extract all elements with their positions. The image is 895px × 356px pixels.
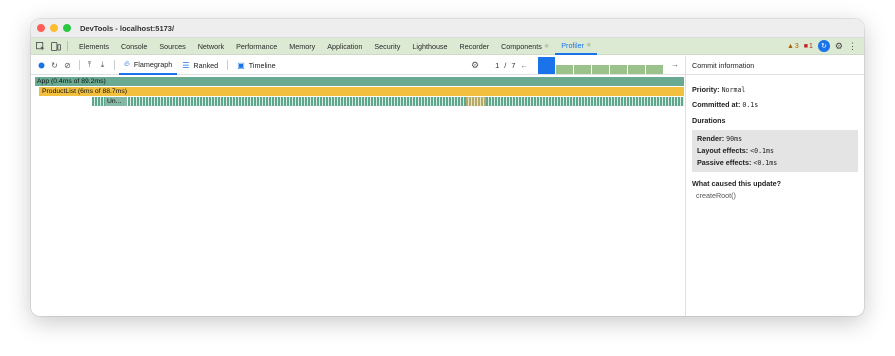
cause-value[interactable]: createRoot() [692, 191, 858, 200]
next-commit-icon[interactable]: → [671, 60, 679, 69]
commit-index: 1 [495, 61, 500, 70]
tab-memory[interactable]: Memory [283, 38, 321, 55]
window-title: DevTools - localhost:5173/ [80, 23, 175, 33]
tab-flamegraph[interactable]: 🔥︎ Flamegraph [119, 56, 178, 75]
warning-icon: ▲ [786, 42, 794, 50]
priority-label: Priority [692, 85, 718, 94]
tab-performance[interactable]: Performance [230, 38, 283, 55]
layout-label: Layout effects [697, 146, 746, 155]
devtools-tab-bar: Elements Console Sources Network Perform… [31, 38, 864, 55]
errors-badge[interactable]: ■ 1 [804, 43, 813, 50]
warnings-badge[interactable]: ▲ 3 [787, 43, 799, 50]
ranked-label: Ranked [193, 60, 219, 70]
passive-effects-row: Passive effects: <0.1ms [697, 158, 778, 167]
tab-console[interactable]: Console [115, 38, 153, 55]
flamegraph-chart: App (0.4ms of 89.2ms) ProductList (6ms o… [31, 76, 685, 316]
commit-bar[interactable] [646, 65, 663, 74]
devtools-window: DevTools - localhost:5173/ Elements Cons… [31, 19, 864, 316]
toolbar-divider [79, 60, 80, 70]
flamegraph-label: Flamegraph [133, 59, 173, 69]
commit-bar[interactable] [538, 57, 555, 74]
errors-count: 1 [809, 42, 813, 50]
load-profile-icon[interactable]: ⤒ [84, 60, 95, 71]
flame-node-children-left[interactable] [92, 97, 105, 106]
settings-gear-icon[interactable]: ⚙ [835, 41, 843, 52]
flame-node-productlist[interactable]: ProductList (6ms of 88.7ms) [39, 87, 684, 96]
previous-commit-icon[interactable]: ← [521, 61, 529, 70]
tab-lighthouse[interactable]: Lighthouse [406, 38, 453, 55]
ranked-icon: ☰ [182, 60, 190, 70]
commit-bar[interactable] [628, 65, 645, 74]
error-icon: ■ [803, 42, 809, 50]
flame-node-app[interactable]: App (0.4ms of 89.2ms) [35, 77, 684, 86]
tab-components-label: Components [501, 41, 542, 51]
committed-value: 0.1s [742, 101, 759, 109]
tab-ranked[interactable]: ☰ Ranked [177, 56, 223, 75]
profiler-toolbar: ↻ ⊘ ⤒ ⤓ 🔥︎ Flamegraph ☰ Ranked ▣ Timelin… [31, 56, 685, 75]
close-window-button[interactable] [37, 24, 45, 32]
react-dot-icon: ⚛ [586, 42, 592, 49]
tab-components[interactable]: Components ⚛ [495, 38, 555, 55]
commit-selector[interactable] [538, 57, 663, 74]
commit-bar[interactable] [610, 65, 627, 74]
tab-profiler[interactable]: Profiler ⚛ [555, 38, 598, 55]
tab-sources[interactable]: Sources [153, 38, 191, 55]
flame-node-children-highlight[interactable] [466, 97, 486, 106]
passive-label: Passive effects [697, 158, 749, 167]
minimize-window-button[interactable] [50, 24, 58, 32]
committed-at-row: Committed at: 0.1s [692, 100, 759, 109]
passive-value: <0.1ms [753, 159, 778, 167]
priority-row: Priority: Normal [692, 85, 746, 94]
render-value: 90ms [726, 135, 743, 143]
commit-bar[interactable] [556, 65, 573, 74]
title-bar: DevTools - localhost:5173/ [31, 19, 864, 38]
tab-security[interactable]: Security [368, 38, 406, 55]
flame-node-children-right[interactable] [486, 97, 684, 106]
warnings-count: 3 [794, 42, 799, 50]
save-profile-icon[interactable]: ⤓ [97, 60, 108, 71]
tab-divider [67, 41, 68, 51]
tab-profiler-label: Profiler [561, 40, 585, 50]
maximize-window-button[interactable] [63, 24, 71, 32]
tab-timeline[interactable]: ▣ Timeline [232, 56, 280, 75]
more-options-icon[interactable]: ⋮ [848, 41, 857, 52]
commit-info-header: Commit information [686, 56, 864, 75]
layout-value: <0.1ms [750, 147, 774, 155]
react-dot-icon: ⚛ [543, 43, 550, 50]
toolbar-divider [114, 60, 115, 70]
tab-recorder[interactable]: Recorder [454, 38, 496, 55]
render-row: Render: 90ms [697, 134, 743, 143]
commit-total: 7 [511, 61, 516, 70]
filter-settings-icon[interactable]: ⚙ [471, 60, 479, 71]
commit-bar[interactable] [574, 65, 591, 74]
layout-effects-row: Layout effects: <0.1ms [697, 146, 774, 155]
tab-bar-status: ▲ 3 ■ 1 ↻ ⚙ ⋮ [787, 40, 864, 52]
commit-info-panel: Commit information Priority: Normal Comm… [685, 56, 864, 316]
durations-box: Render: 90ms Layout effects: <0.1ms Pass… [692, 130, 858, 172]
commit-bar[interactable] [592, 65, 609, 74]
toolbar-divider [227, 60, 229, 70]
cause-title: What caused this update? [692, 179, 782, 188]
reload-and-profile-icon[interactable]: ↻ [49, 60, 60, 71]
flame-icon: 🔥︎ [124, 59, 130, 68]
commit-separator: / [504, 61, 507, 70]
flame-node-children-middle[interactable] [128, 97, 466, 106]
inspect-element-icon[interactable] [35, 41, 46, 52]
clear-profile-icon[interactable]: ⊘ [62, 60, 73, 71]
render-label: Render [697, 134, 722, 143]
tab-application[interactable]: Application [321, 38, 368, 55]
commit-info-body: Priority: Normal Committed at: 0.1s Dura… [686, 75, 864, 204]
priority-value: Normal [721, 86, 746, 94]
committed-label: Committed at [692, 100, 738, 109]
refresh-extension-icon[interactable]: ↻ [817, 40, 830, 52]
tab-network[interactable]: Network [192, 38, 230, 55]
timeline-label: Timeline [248, 60, 276, 70]
timeline-icon: ▣ [237, 60, 245, 70]
tab-elements[interactable]: Elements [73, 38, 115, 55]
flame-node-item[interactable]: Un... [105, 97, 127, 106]
durations-title: Durations [692, 116, 726, 125]
device-toolbar-icon[interactable] [50, 41, 61, 52]
record-icon[interactable] [36, 60, 47, 71]
commit-navigator: ⚙ 1 / 7 ← [471, 56, 528, 75]
